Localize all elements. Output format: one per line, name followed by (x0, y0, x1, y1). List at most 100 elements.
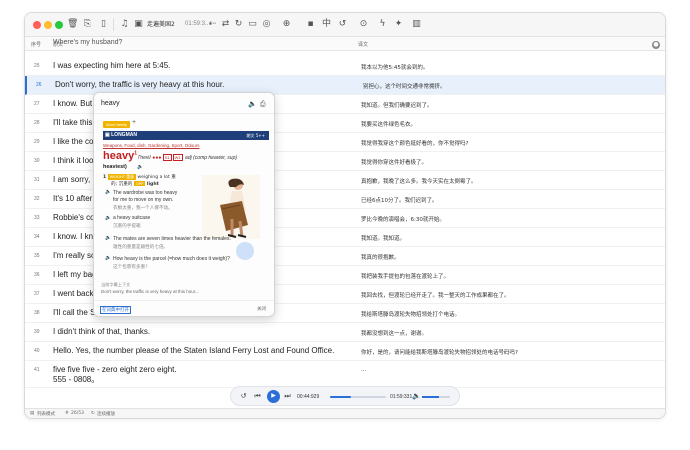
superlative: heaviest) (103, 164, 127, 170)
headword: heavy1 (103, 150, 137, 162)
row-translation[interactable]: 我给斯塔滕岛渡轮失物招领处打个电话。 (361, 310, 460, 318)
table-row[interactable]: 39 I didn't think of that, thanks. 我都没想到这一… (25, 323, 665, 342)
col-num-header: 序号 (31, 42, 42, 48)
track-badge-icon: ▣ (134, 19, 143, 29)
row-translation[interactable]: ... (361, 367, 366, 373)
table-row[interactable]: 40 Hello. Yes, the number please of the S… (25, 342, 665, 361)
minimize-window-button[interactable] (44, 21, 52, 29)
row-original[interactable]: Don't worry, the traffic is very heavy a… (55, 80, 224, 89)
close-popup-button[interactable]: 关闭 (257, 306, 266, 312)
target-icon[interactable]: ◎ (261, 19, 272, 30)
row-translation[interactable]: 我把装我手提包的包落在渡轮上了。 (361, 272, 449, 280)
row-original-line2[interactable]: 555 - 0808。 (53, 374, 99, 385)
trash-icon[interactable]: 🗑 (67, 19, 78, 30)
list-mode-label[interactable]: 列表模式 (37, 411, 55, 417)
row-original[interactable]: I'm really sor (53, 251, 98, 260)
row-number: 36 (34, 272, 40, 278)
progress-fill (330, 396, 351, 398)
row-translation[interactable]: 罗比今晚的演唱会，6:30就开始。 (361, 215, 445, 223)
row-translation[interactable]: 已经6点10分了。我们迟到了。 (361, 196, 438, 204)
row-translation[interactable]: 我觉得你穿这件好看极了。 (361, 158, 427, 166)
eye-icon[interactable]: ⊙ (358, 19, 369, 30)
row-original[interactable]: I think it look (53, 156, 97, 165)
sense-line: 1 WEIGHT 重量 weighing a lot 重 (103, 174, 176, 180)
example-speaker-icon[interactable]: 🔈 (105, 235, 111, 241)
popup-divider (94, 113, 274, 114)
lookup-word: heavy (101, 100, 120, 107)
status-bar: ▤ 列表模式 # 26/53 ↻ 连续播放 (25, 408, 665, 418)
row-translation[interactable]: 我都没想到这一点，谢谢。 (361, 329, 427, 337)
row-number: 30 (34, 158, 40, 164)
row-original[interactable]: I know. I kno (53, 232, 97, 241)
example-speaker-icon[interactable]: 🔈 (105, 255, 111, 261)
row-number: 41 (34, 367, 40, 373)
example-4-en: How heavy is the parcel (=how much does … (113, 256, 230, 262)
row-translation[interactable]: 我知道。我知道。 (361, 234, 405, 242)
column-settings-icon[interactable]: ● (652, 41, 660, 49)
row-number: 26 (36, 82, 42, 88)
table-row[interactable]: 41 five five five - zero eight zero eight… (25, 361, 665, 388)
speaker-icon[interactable]: 🔈 (248, 100, 257, 108)
table-row[interactable]: 25 I was expecting him here at 5:45. 我本以为他… (25, 57, 665, 76)
copy-icon[interactable]: ⎘ (82, 19, 93, 30)
row-original[interactable]: I left my bag (53, 270, 97, 279)
row-translation[interactable]: 我觉得我穿这个颜色挺好看的，你不觉得吗? (361, 139, 468, 147)
row-translation[interactable]: 你好，是的，请问能给我斯塔滕岛渡轮失物招领处的电话号码吗? (361, 348, 518, 356)
prev-icon[interactable]: ⇠ (207, 19, 218, 30)
word-family-badge[interactable]: Word family (103, 121, 131, 128)
part-of-speech: adj (185, 155, 192, 161)
comment-icon[interactable]: ▪ (305, 19, 316, 30)
loop-mode-icon: ↻ (91, 411, 95, 416)
next-button[interactable]: ⏭ (283, 392, 292, 401)
music-icon[interactable]: ♫ (119, 19, 130, 30)
row-original[interactable]: five five five - zero eight zero eight. (53, 365, 177, 374)
replay-button[interactable]: ↺ (239, 392, 248, 401)
phone-icon[interactable]: ▯ (98, 19, 109, 30)
toolbar-divider (113, 18, 114, 31)
context-label: 当前字幕上下文 (101, 282, 131, 287)
row-number: 25 (34, 63, 40, 69)
row-translation[interactable]: 我知道。但我们确要迟到了。 (361, 101, 433, 109)
zh-icon[interactable]: 中 (321, 19, 332, 30)
replay-icon[interactable]: ↺ (337, 19, 348, 30)
bolt-icon[interactable]: ϟ (377, 19, 388, 30)
volume-slider[interactable] (422, 396, 450, 398)
open-in-dictionary-button[interactable]: 在词典中打开 (100, 306, 131, 314)
row-original[interactable]: I went back f (53, 289, 98, 298)
star-icon[interactable]: ✦ (393, 19, 404, 30)
expand-plus-icon[interactable]: + (132, 119, 136, 126)
row-original[interactable]: Hello. Yes, the number please of the Sta… (53, 346, 334, 355)
bookmark-icon[interactable]: ⎙ (260, 100, 266, 109)
play-button[interactable]: ▶ (267, 390, 280, 403)
volume-icon[interactable]: 🔈 (412, 392, 421, 401)
row-translation[interactable]: 我真的很抱歉。 (361, 253, 400, 261)
comparative: (comp heavier, sup) (193, 155, 238, 161)
speed-icon[interactable]: ▭ (247, 19, 258, 30)
previous-button[interactable]: ⏮ (253, 392, 262, 401)
zoom-window-button[interactable] (55, 21, 63, 29)
example-speaker-icon[interactable]: 🔈 (105, 189, 111, 195)
row-translation[interactable]: 我要买这件绿色毛衣。 (361, 120, 416, 128)
cursor-highlight (236, 242, 254, 260)
row-translation[interactable]: 真抱歉，我晚了这么多。我今天实在太倒霉了。 (361, 177, 477, 185)
next-icon[interactable]: ⇄ (220, 19, 231, 30)
row-translation[interactable]: 我回去找，但渡轮已经开走了。我一整天的工作成果都在了。 (361, 291, 510, 299)
topic-links[interactable]: Weapons, Food, dish, Gardening, Sport, O… (103, 143, 199, 148)
row-translation[interactable]: 别担心，这个时间交通非常拥挤。 (363, 82, 446, 90)
headword-info: /'hevi/ ●●● S1 W1 adj (comp heavier, sup) (138, 154, 238, 161)
row-number: 31 (34, 177, 40, 183)
progress-slider[interactable] (330, 396, 386, 398)
tag-s1: S1 (162, 154, 172, 161)
row-number: 38 (34, 310, 40, 316)
row-original[interactable]: I was expecting him here at 5:45. (53, 61, 170, 70)
row-translation[interactable]: 我本以为他5:45就会到的。 (361, 63, 428, 71)
close-window-button[interactable] (33, 21, 41, 29)
subtitle-icon[interactable]: ⊕ (281, 19, 292, 30)
row-original[interactable]: I'll call the St (53, 308, 98, 317)
loop-mode-label[interactable]: 连续播放 (97, 411, 115, 417)
speaker-icon-2[interactable]: 🔈 (137, 164, 143, 170)
loop-icon[interactable]: ↻ (233, 19, 244, 30)
example-speaker-icon[interactable]: 🔈 (105, 215, 111, 221)
row-original[interactable]: I didn't think of that, thanks. (53, 327, 150, 336)
sidebar-icon[interactable]: ▥ (411, 19, 422, 30)
